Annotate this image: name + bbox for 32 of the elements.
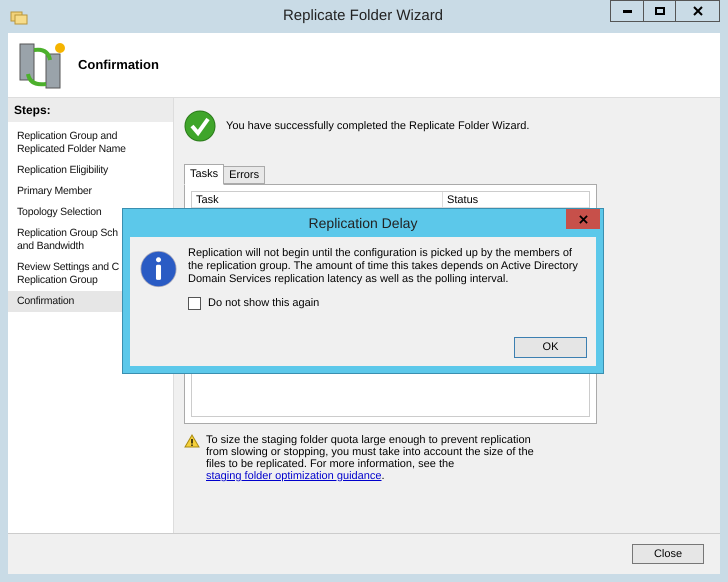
- dialog-close-button[interactable]: [566, 209, 600, 229]
- step-item: Replication Eligibility: [17, 164, 108, 177]
- maximize-button[interactable]: [644, 0, 676, 22]
- checkbox[interactable]: [188, 296, 201, 310]
- checkbox-label: Do not show this again: [208, 296, 320, 311]
- success-message: You have successfully completed the Replicate Folder Wizard.: [226, 118, 530, 134]
- checkmark-icon: [184, 110, 216, 142]
- folders-icon: [10, 8, 28, 24]
- close-button[interactable]: [676, 0, 720, 22]
- step-item: Confirmation: [17, 295, 74, 308]
- dialog-message: Replication will not begin until the configuration is picked up by the members of the replication group. The amount of time this takes depends on Active Directory Domain Services replication latency as well as the polling interval.: [188, 247, 579, 286]
- column-header: Status: [442, 192, 482, 207]
- step-item: Review Settings and C Replication Group: [17, 261, 120, 287]
- page-heading: Confirmation: [78, 56, 159, 74]
- window-title: Replicate Folder Wizard: [282, 6, 444, 26]
- tab[interactable]: Errors: [224, 166, 266, 184]
- step-item: Topology Selection: [17, 206, 102, 219]
- column-header: Task: [195, 193, 220, 207]
- close-wizard-button[interactable]: Close: [632, 544, 704, 564]
- ok-button[interactable]: OK: [514, 337, 587, 358]
- close-icon: [692, 6, 702, 16]
- dialog-title: Replication Delay: [308, 214, 418, 233]
- steps-heading: Steps:: [8, 98, 173, 122]
- close-icon: [578, 214, 588, 224]
- warning-icon: [184, 434, 200, 448]
- tab[interactable]: Tasks: [184, 164, 224, 185]
- minimize-button[interactable]: [610, 0, 644, 22]
- step-item: Primary Member: [17, 185, 92, 198]
- warning-text: To size the staging folder quota large enough to prevent replication from slowing or stopping, you must take into account the size of the files to be replicated. For more information, see the staging folder optimization guidance.: [206, 434, 535, 482]
- step-item: Replication Group and Replicated Folder Name: [17, 130, 126, 156]
- step-item: Replication Group Sch and Bandwidth: [17, 227, 118, 253]
- guidance-link[interactable]: staging folder optimization guidance: [206, 470, 382, 482]
